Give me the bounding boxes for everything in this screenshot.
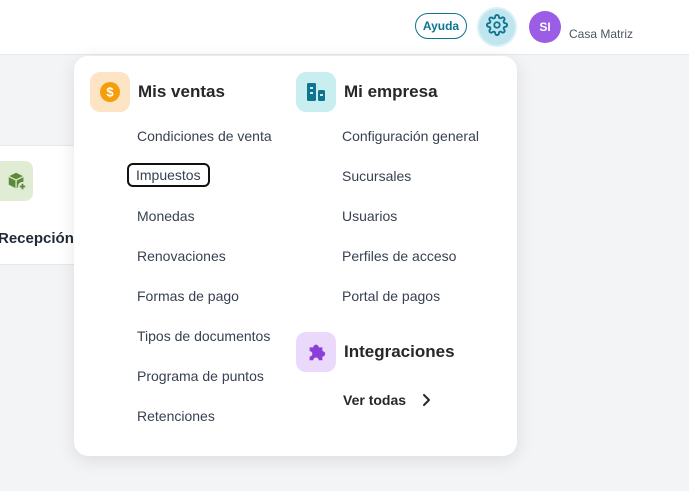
menu-item-taxes[interactable]: Impuestos <box>127 163 210 187</box>
gear-icon <box>486 13 508 41</box>
menu-item-withholdings[interactable]: Retenciones <box>137 408 215 424</box>
company-section-header: Mi empresa <box>296 72 438 112</box>
see-all-integrations-link[interactable]: Ver todas <box>343 392 432 408</box>
settings-button[interactable] <box>477 7 517 47</box>
menu-item-users[interactable]: Usuarios <box>342 208 397 224</box>
chevron-right-icon <box>420 393 432 407</box>
menu-item-sale-conditions[interactable]: Condiciones de venta <box>137 128 272 144</box>
menu-item-points-program[interactable]: Programa de puntos <box>137 368 264 384</box>
menu-item-document-types[interactable]: Tipos de documentos <box>137 328 270 344</box>
puzzle-icon <box>296 332 336 372</box>
settings-dropdown: $ Mis ventas Condiciones de venta Impues… <box>74 56 517 456</box>
menu-item-renewals[interactable]: Renovaciones <box>137 248 226 264</box>
integrations-section-title: Integraciones <box>344 342 455 361</box>
sales-section-header: $ Mis ventas <box>90 72 225 112</box>
menu-item-currencies[interactable]: Monedas <box>137 208 195 224</box>
user-avatar[interactable]: SI <box>529 11 561 43</box>
dollar-icon: $ <box>90 72 130 112</box>
menu-item-access-profiles[interactable]: Perfiles de acceso <box>342 248 456 264</box>
sales-section-title: Mis ventas <box>138 82 225 101</box>
menu-item-payment-methods[interactable]: Formas de pago <box>137 288 239 304</box>
company-section-title: Mi empresa <box>344 82 438 101</box>
svg-text:$: $ <box>106 85 114 100</box>
top-bar: Ayuda SI Casa Matriz <box>0 0 689 55</box>
menu-item-payment-portal[interactable]: Portal de pagos <box>342 288 440 304</box>
reception-card-label: Recepción <box>0 230 74 247</box>
company-name[interactable]: Casa Matriz <box>569 27 633 41</box>
integrations-section-header: Integraciones <box>296 332 455 372</box>
menu-item-branches[interactable]: Sucursales <box>342 168 411 184</box>
box-add-icon <box>0 161 33 201</box>
see-all-label: Ver todas <box>343 392 407 408</box>
building-icon <box>296 72 336 112</box>
help-button[interactable]: Ayuda <box>415 13 467 39</box>
menu-item-general-settings[interactable]: Configuración general <box>342 128 479 144</box>
